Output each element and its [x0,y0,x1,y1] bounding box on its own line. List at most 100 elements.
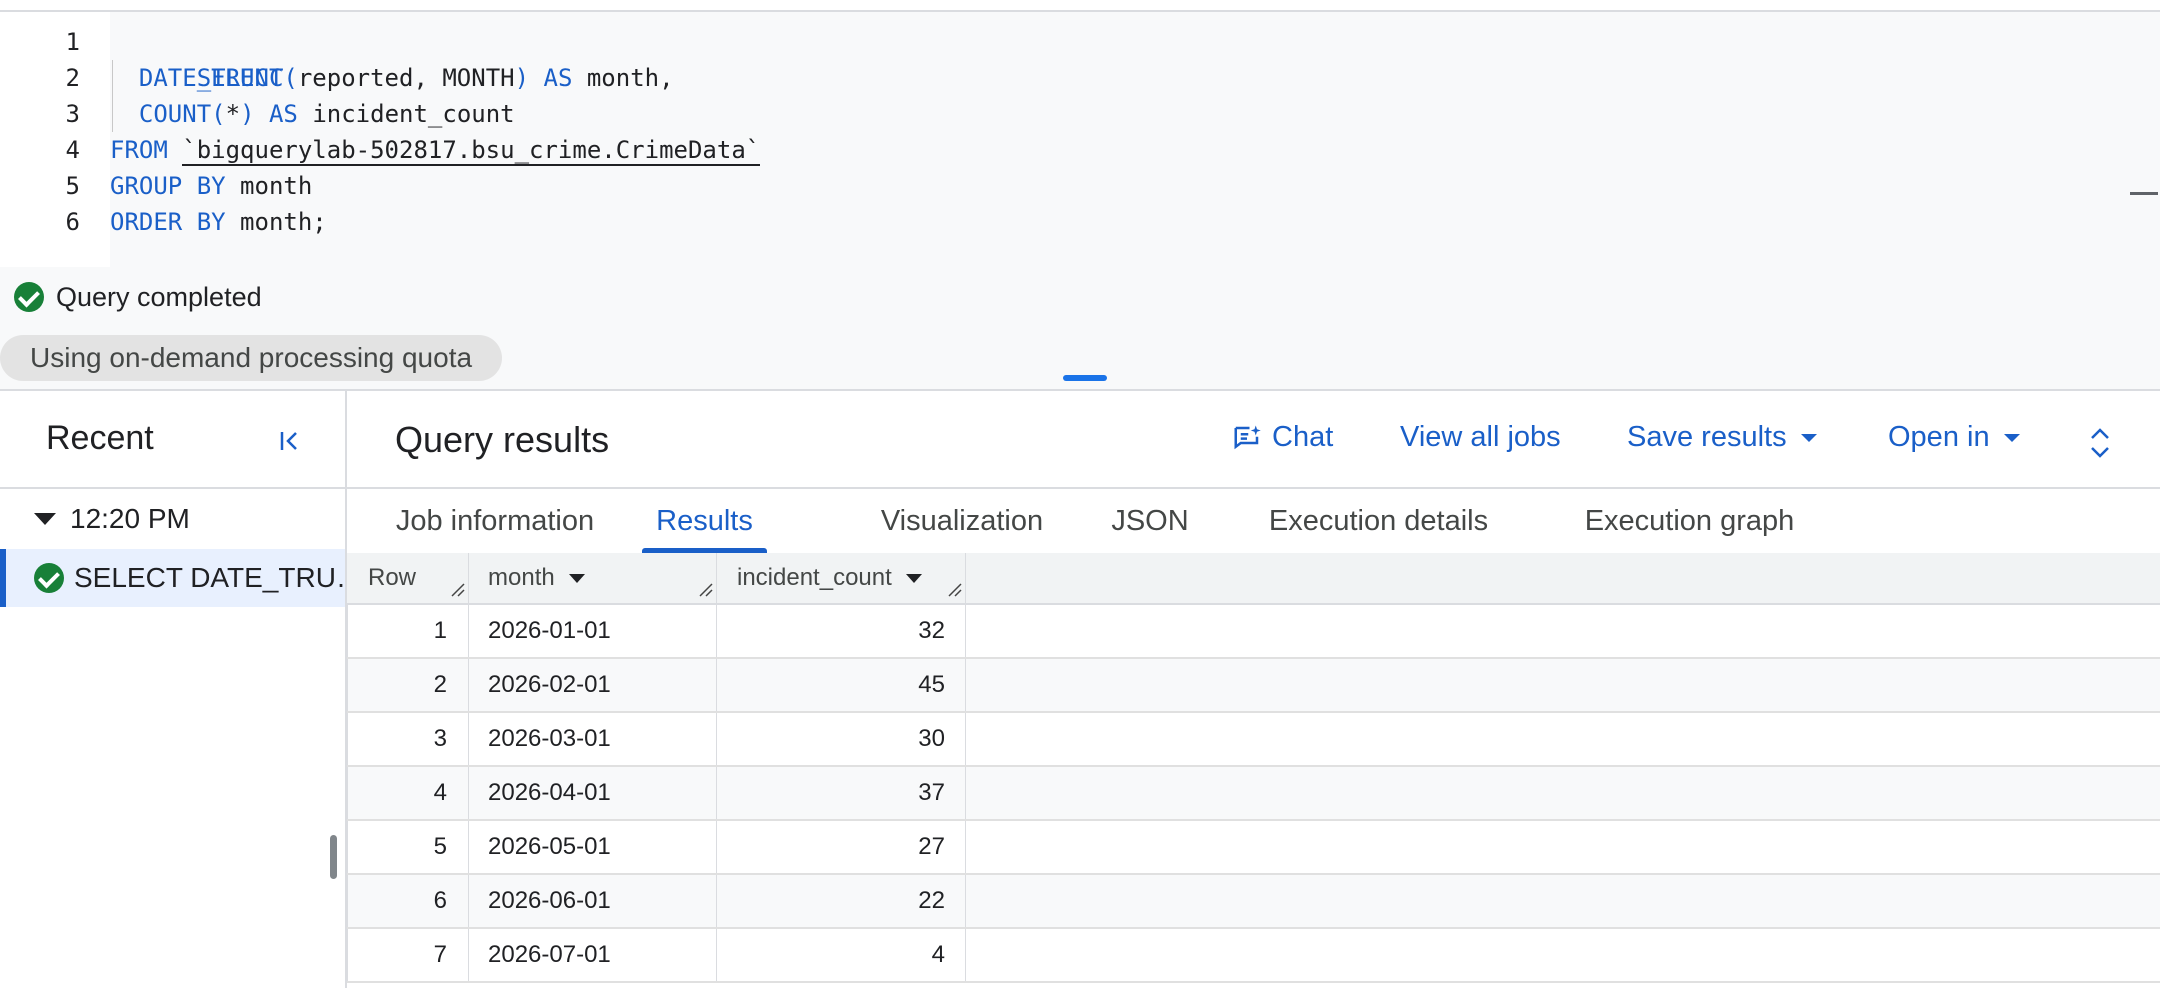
code-line-2: DATE_TRUNC(reported, MONTH) AS month, [110,60,674,96]
check-circle-icon [34,563,64,593]
panel-resize-handle[interactable] [1063,375,1107,381]
quota-chip: Using on-demand processing quota [0,335,503,381]
sql-editor[interactable]: 1 2 3 4 5 6 SELECT DATE_TRUNC(reported, … [0,12,2160,267]
cell-month[interactable]: 2026-05-01 [488,821,611,873]
column-separator [468,659,469,711]
cell-incident-count[interactable]: 45 [717,659,945,711]
column-separator [965,659,966,711]
code-line-3: COUNT(*) AS incident_count [110,96,515,132]
sort-menu-icon[interactable] [568,574,585,584]
line-number: 2 [65,64,80,92]
table-row[interactable]: 5 2026-05-01 27 [347,821,2160,875]
cell-month[interactable]: 2026-07-01 [488,929,611,981]
column-separator [716,553,717,603]
table-row[interactable]: 4 2026-04-01 37 [347,767,2160,821]
caret-down-icon [1800,433,1817,442]
table-reference[interactable]: `bigquerylab-502817.bsu_crime.CrimeData` [182,136,761,166]
tab-visualization[interactable]: Visualization [857,489,1067,553]
tab-results[interactable]: Results [642,489,767,553]
recent-job-item[interactable]: SELECT DATE_TRU… [0,549,345,607]
tab-execution-details[interactable]: Execution details [1262,489,1495,553]
column-separator [468,875,469,927]
sort-menu-icon[interactable] [905,574,922,584]
expand-panel-icon[interactable] [2088,425,2112,461]
column-separator [965,767,966,819]
cell-month[interactable]: 2026-06-01 [488,875,611,927]
cell-row-number: 3 [433,725,447,752]
table-row[interactable]: 2 2026-02-01 45 [347,659,2160,713]
cell-month[interactable]: 2026-04-01 [488,767,611,819]
cell-row-number: 2 [433,671,447,698]
open-in-button[interactable]: Open in [1888,421,2020,454]
column-separator [468,767,469,819]
column-header-incident-count[interactable]: incident_count [737,553,922,603]
function-name: DATE_TRUNC( [138,64,298,92]
code-line-6: ORDER BY month; [110,204,327,240]
save-results-button[interactable]: Save results [1627,421,1817,454]
column-separator [468,553,469,603]
line-number: 3 [65,100,80,128]
column-separator [468,929,469,981]
recent-panel: Recent 12:20 PM SELECT DATE_TRU… [0,391,347,988]
column-header-month[interactable]: month [488,553,585,603]
keyword: ) AS [514,64,573,92]
keyword: AS [254,100,298,128]
table-row[interactable]: 6 2026-06-01 22 [347,875,2160,929]
caret-down-icon [2003,433,2020,442]
cell-incident-count[interactable]: 32 [717,605,945,657]
editor-scroll-marker[interactable] [2130,192,2158,195]
left-panel-scrollbar[interactable] [330,835,337,879]
code-area[interactable]: SELECT DATE_TRUNC(reported, MONTH) AS mo… [110,12,2160,267]
cell-incident-count[interactable]: 30 [717,713,945,765]
query-status-area: Query completed Using on-demand processi… [0,267,2160,389]
results-tabs: Job information Results Visualization JS… [347,487,2160,555]
keyword: GROUP BY [110,172,226,200]
cell-incident-count[interactable]: 27 [717,821,945,873]
column-resize-icon[interactable] [451,583,465,597]
table-row[interactable]: 1 2026-01-01 32 [347,605,2160,659]
cell-incident-count[interactable]: 37 [717,767,945,819]
column-separator [965,605,966,657]
line-number: 5 [65,172,80,200]
time-group-toggle[interactable]: 12:20 PM [34,503,190,535]
line-number: 4 [65,136,80,164]
code-line-1: SELECT [110,24,284,92]
column-separator [468,605,469,657]
column-separator [965,713,966,765]
chat-label: Chat [1272,421,1334,453]
tab-execution-graph[interactable]: Execution graph [1572,489,1807,553]
results-grid-header: Row month incident_count [347,553,2160,605]
check-circle-icon [14,282,44,312]
line-number-gutter: 1 2 3 4 5 6 [0,12,110,267]
keyword: FROM [110,136,168,164]
table-row[interactable]: 7 2026-07-01 4 [347,929,2160,983]
query-results-panel: Query results Chat View all jobs Save re… [347,391,2160,988]
code-text: reported, MONTH [297,64,515,92]
cell-month[interactable]: 2026-02-01 [488,659,611,711]
results-title: Query results [395,419,610,460]
chat-spark-icon [1234,425,1261,449]
keyword: ) [240,100,255,128]
cell-month[interactable]: 2026-01-01 [488,605,611,657]
cell-incident-count[interactable]: 22 [717,875,945,927]
column-resize-icon[interactable] [699,583,713,597]
chat-button[interactable]: Chat [1232,421,1333,454]
tab-job-information[interactable]: Job information [385,489,605,553]
time-group-label: 12:20 PM [70,503,190,534]
view-all-jobs-button[interactable]: View all jobs [1400,421,1561,454]
recent-job-label: SELECT DATE_TRU… [74,562,344,593]
recent-title: Recent [46,419,154,457]
arrow-drop-down-icon [34,513,56,525]
column-resize-icon[interactable] [948,583,962,597]
code-line-5: GROUP BY month [110,168,312,204]
cell-month[interactable]: 2026-03-01 [488,713,611,765]
cell-incident-count[interactable]: 4 [717,929,945,981]
query-status: Query completed [14,279,262,315]
cell-row-number: 5 [433,833,447,860]
collapse-panel-icon[interactable] [278,429,302,453]
tab-json[interactable]: JSON [1105,489,1195,553]
view-all-jobs-label: View all jobs [1400,421,1561,453]
keyword: ORDER BY [110,208,226,236]
code-text: month [225,172,313,200]
table-row[interactable]: 3 2026-03-01 30 [347,713,2160,767]
